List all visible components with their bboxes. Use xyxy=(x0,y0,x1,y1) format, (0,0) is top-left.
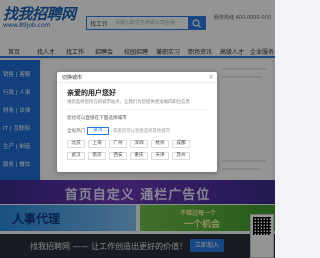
modal-header: 切换城市 × xyxy=(57,72,217,83)
city-chip[interactable]: 南京 xyxy=(88,152,106,160)
row-hint: 或者您可以直接选择其他城市 xyxy=(113,129,171,134)
city-select-modal: 切换城市 × 亲爱的用户您好 请您选择您所在的城市站点，让我们为您提供更准确的职… xyxy=(57,72,217,172)
city-chip[interactable]: 杭州 xyxy=(151,140,169,148)
city-chip[interactable]: 成都 xyxy=(172,140,190,148)
city-chip[interactable]: 西安 xyxy=(109,152,127,160)
hot-cities-label: 全省热门 xyxy=(67,129,86,134)
city-chip-selected[interactable]: 某市 xyxy=(87,127,109,135)
modal-title: 切换城市 xyxy=(62,75,83,81)
section-label: 您也可以直接在下面选择城市 xyxy=(67,116,127,121)
city-chip[interactable]: 深圳 xyxy=(130,140,148,148)
city-chip[interactable]: 苏州 xyxy=(172,152,190,160)
city-chip[interactable]: 广州 xyxy=(109,140,127,148)
close-icon[interactable]: × xyxy=(207,73,215,81)
modal-heading: 亲爱的用户您好 xyxy=(67,89,116,97)
city-chip[interactable]: 重庆 xyxy=(130,152,148,160)
modal-divider xyxy=(67,109,207,110)
city-chip[interactable]: 天津 xyxy=(151,152,169,160)
modal-description: 请您选择您所在的城市站点，让我们为您提供更准确的职位信息 xyxy=(67,100,190,105)
city-chip[interactable]: 武汉 xyxy=(67,152,85,160)
city-chip[interactable]: 北京 xyxy=(67,140,85,148)
city-chip[interactable]: 上海 xyxy=(88,140,106,148)
